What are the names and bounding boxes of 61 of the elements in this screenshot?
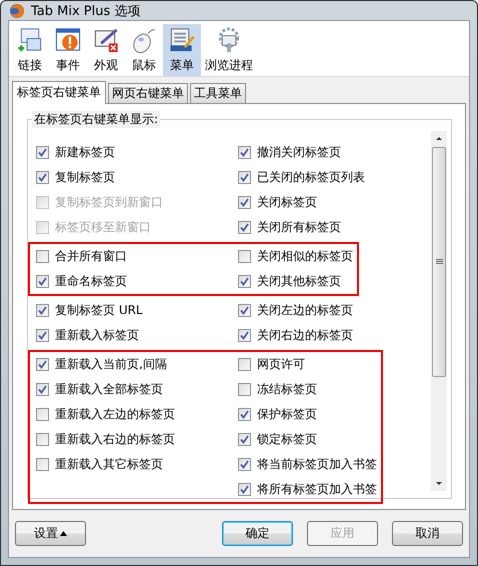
checkbox-option[interactable]: 复制标签页 URL [36, 298, 238, 323]
checkmark-icon [38, 331, 47, 340]
browser-logo-icon [9, 2, 25, 18]
tab[interactable]: 工具菜单 [190, 83, 246, 104]
checkbox-option[interactable]: 关闭标签页 [238, 190, 365, 215]
tab[interactable]: 标签页右键菜单 [12, 81, 106, 104]
checkbox-option[interactable]: 撤消关闭标签页 [238, 140, 365, 165]
dialog-button[interactable]: 确定 [222, 521, 293, 546]
checkmark-icon [38, 277, 47, 286]
checkbox-option[interactable]: 关闭所有标签页 [238, 215, 365, 240]
checkbox-option[interactable]: 新建标签页 [36, 140, 238, 165]
checkmark-icon [240, 485, 249, 494]
checkmark-icon [38, 148, 47, 157]
checkmark-icon [240, 460, 249, 469]
checkbox-option[interactable]: 重新载入当前页,间隔 [36, 352, 238, 377]
checkmark-icon [240, 306, 249, 315]
checkbox-option[interactable]: 保护标签页 [238, 402, 377, 427]
checkmark-icon [240, 173, 249, 182]
checkbox-option[interactable]: 冻结标签页 [238, 377, 377, 402]
scrollbar[interactable] [431, 131, 447, 491]
checkmark-icon [240, 331, 249, 340]
checkmark-icon [240, 410, 249, 419]
toolbar-button[interactable]: 浏览进程 [201, 24, 257, 76]
checkbox-option[interactable]: 合并所有窗口 [36, 244, 238, 269]
checkbox-option[interactable]: 重新载入全部标签页 [36, 377, 238, 402]
caret-icon [60, 531, 67, 536]
checkbox-option[interactable]: 网页许可 [238, 352, 377, 377]
toolbar-button[interactable]: 链接 [11, 24, 49, 76]
toolbar-button[interactable]: 事件 [49, 24, 87, 76]
dialog-button[interactable]: 取消 [392, 521, 463, 546]
checkbox-option[interactable]: 重新载入右边的标签页 [36, 427, 238, 452]
checkbox-option[interactable]: 重新载入标签页 [36, 323, 238, 348]
checkmark-icon [240, 223, 249, 232]
tab[interactable]: 网页右键菜单 [108, 83, 188, 104]
toolbar-button[interactable]: 外观 [87, 24, 125, 76]
grip-icon [436, 259, 442, 265]
window-title: Tab Mix Plus 选项 [31, 2, 140, 20]
checkbox-option[interactable]: 重新载入左边的标签页 [36, 402, 238, 427]
toolbar-button[interactable]: 鼠标 [125, 24, 163, 76]
checkbox-option[interactable]: 重命名标签页 [36, 269, 238, 294]
dialog-button[interactable]: 设置 [15, 521, 86, 546]
checkbox-option[interactable]: 复制标签页 [36, 165, 238, 190]
checkbox-option[interactable]: 锁定标签页 [238, 427, 377, 452]
checkbox-option[interactable]: 重新载入其它标签页 [36, 452, 238, 477]
checkmark-icon [38, 360, 47, 369]
checkbox-option[interactable]: 将所有标签页加入书签 [238, 477, 377, 502]
checkbox-option[interactable]: 关闭左边的标签页 [238, 298, 353, 323]
checkmark-icon [240, 198, 249, 207]
checkbox-option[interactable]: 关闭其他标签页 [238, 269, 353, 294]
checkmark-icon [38, 173, 47, 182]
checkmark-icon [240, 277, 249, 286]
checkmark-icon [38, 385, 47, 394]
checkbox-option[interactable]: 已关闭的标签页列表 [238, 165, 365, 190]
toolbar-button[interactable]: 菜单 [163, 24, 201, 76]
checkmark-icon [240, 435, 249, 444]
checkmark-icon [38, 306, 47, 315]
checkbox-option[interactable]: 将当前标签页加入书签 [238, 452, 377, 477]
checkbox-option[interactable]: 关闭右边的标签页 [238, 323, 353, 348]
checkmark-icon [240, 148, 249, 157]
checkbox-option[interactable]: 关闭相似的标签页 [238, 244, 353, 269]
group-title: 在标签页右键菜单显示: [32, 111, 160, 128]
